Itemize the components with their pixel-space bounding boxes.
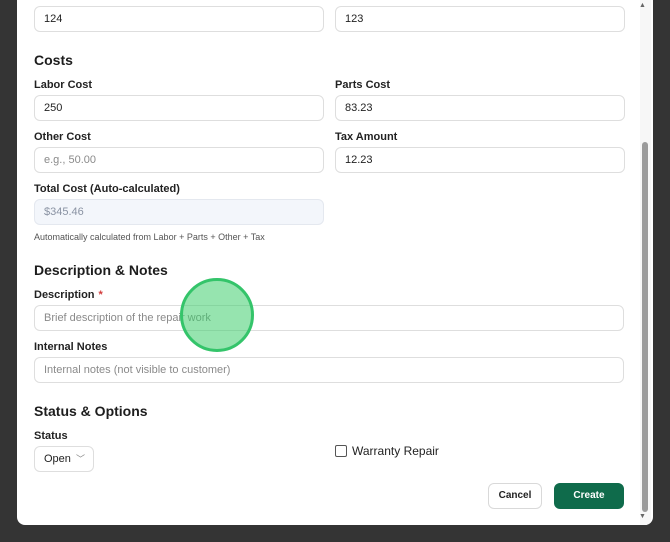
parts-cost-input[interactable]: 83.23 <box>335 95 625 121</box>
description-input[interactable]: Brief description of the repair work <box>34 305 624 331</box>
status-select[interactable]: Open ﹀ <box>34 446 94 472</box>
other-cost-label: Other Cost <box>34 131 91 143</box>
scrollbar-thumb[interactable] <box>642 142 648 512</box>
total-cost-label: Total Cost (Auto-calculated) <box>34 183 180 195</box>
description-label: Description * <box>34 289 103 301</box>
description-label-text: Description <box>34 289 95 301</box>
status-select-value: Open <box>44 453 71 465</box>
other-cost-input[interactable]: e.g., 50.00 <box>34 147 324 173</box>
internal-notes-label: Internal Notes <box>34 341 108 353</box>
cancel-button[interactable]: Cancel <box>488 483 542 509</box>
repair-form-modal: 124 123 Costs Labor Cost 250 Parts Cost … <box>17 0 653 525</box>
total-cost-field: $345.46 <box>34 199 324 225</box>
tax-amount-input[interactable]: 12.23 <box>335 147 625 173</box>
parts-cost-label: Parts Cost <box>335 79 391 91</box>
tax-amount-label: Tax Amount <box>335 131 398 143</box>
description-notes-section-title: Description & Notes <box>34 262 168 278</box>
warranty-repair-label[interactable]: Warranty Repair <box>352 444 439 458</box>
labor-cost-label: Labor Cost <box>34 79 93 91</box>
top-left-field[interactable]: 124 <box>34 6 324 32</box>
chevron-down-icon: ﹀ <box>75 454 85 464</box>
status-options-section-title: Status & Options <box>34 403 148 419</box>
costs-section-title: Costs <box>34 52 73 68</box>
total-cost-helper-text: Automatically calculated from Labor + Pa… <box>34 232 265 242</box>
labor-cost-input[interactable]: 250 <box>34 95 324 121</box>
scroll-down-arrow-icon[interactable]: ▼ <box>639 513 646 520</box>
required-marker: * <box>98 289 103 301</box>
status-label: Status <box>34 430 68 442</box>
click-indicator <box>180 278 254 352</box>
scroll-up-arrow-icon[interactable]: ▲ <box>639 2 646 9</box>
top-right-field[interactable]: 123 <box>335 6 625 32</box>
internal-notes-input[interactable]: Internal notes (not visible to customer) <box>34 357 624 383</box>
warranty-repair-checkbox[interactable] <box>335 445 347 457</box>
create-button[interactable]: Create <box>554 483 624 509</box>
